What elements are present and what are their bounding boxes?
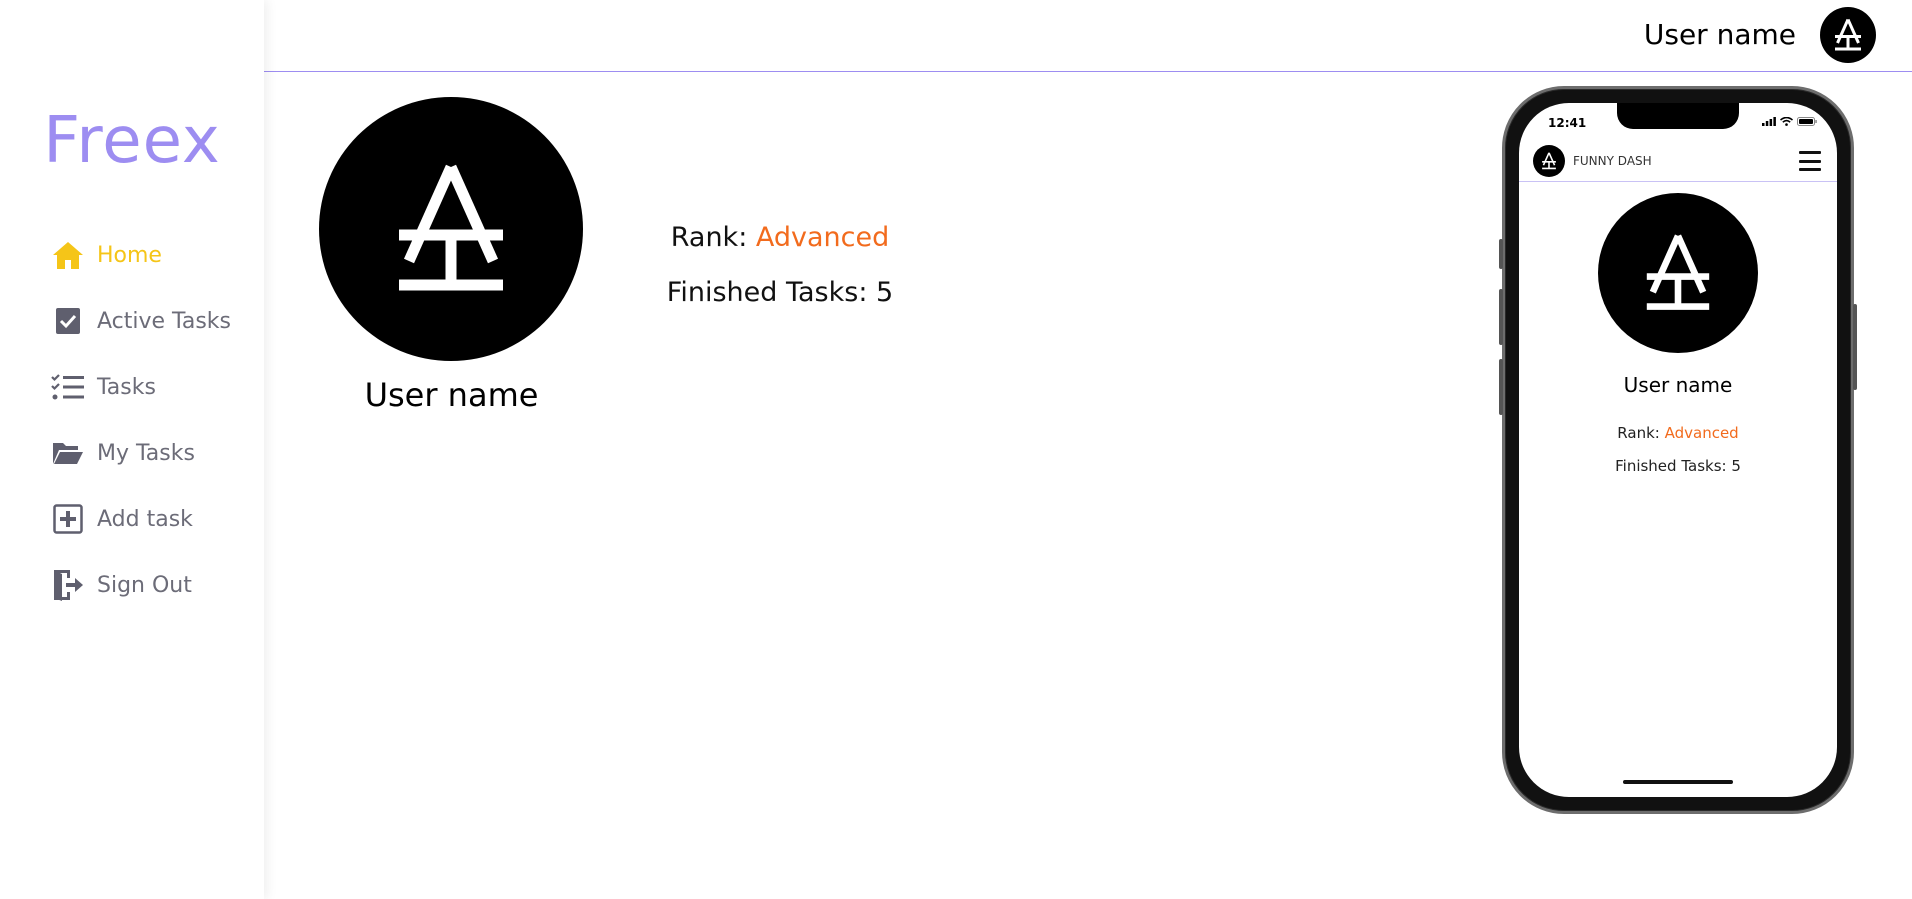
task-list-icon (50, 369, 86, 405)
sidebar-item-active-tasks[interactable]: Active Tasks (50, 288, 231, 354)
signal-icon (1762, 117, 1776, 126)
sidebar: Freex Home Active Tasks Tasks My Tasks A… (0, 0, 264, 899)
status-time: 12:41 (1548, 116, 1587, 130)
brand-logo-icon (399, 164, 503, 291)
phone-rank-row: Rank: Advanced (1519, 424, 1837, 442)
plus-square-icon (50, 501, 86, 537)
sidebar-item-label: Home (97, 242, 162, 268)
phone-finished-label: Finished Tasks: (1615, 457, 1732, 475)
brand-logo-icon (1646, 234, 1710, 310)
sidebar-item-label: Add task (97, 506, 193, 532)
rank-value: Advanced (755, 222, 890, 253)
sidebar-item-my-tasks[interactable]: My Tasks (50, 420, 231, 486)
checkbox-icon (50, 303, 86, 339)
sidebar-item-label: Tasks (97, 374, 156, 400)
finished-tasks-value: 5 (876, 277, 894, 308)
sidebar-item-add-task[interactable]: Add task (50, 486, 231, 552)
header-user-name[interactable]: User name (1644, 18, 1796, 51)
finished-tasks-row: Finished Tasks: 5 (660, 275, 900, 330)
sidebar-item-label: My Tasks (97, 440, 195, 466)
phone-rank-label: Rank: (1617, 424, 1665, 442)
sidebar-item-label: Sign Out (97, 572, 192, 598)
sidebar-item-home[interactable]: Home (50, 222, 231, 288)
profile-stats: Rank: Advanced Finished Tasks: 5 (660, 220, 900, 330)
brand-logo-text[interactable]: Freex (0, 104, 264, 178)
home-icon (50, 237, 86, 273)
phone-screen: 12:41 FUNNY DASH User name Rank: Advance… (1519, 103, 1837, 797)
battery-icon (1797, 117, 1817, 126)
finished-tasks-label: Finished Tasks: (666, 277, 877, 308)
phone-volume-up (1499, 289, 1503, 345)
phone-user-name: User name (1623, 373, 1733, 397)
phone-app-header: FUNNY DASH (1519, 143, 1837, 182)
rank-row: Rank: Advanced (660, 220, 900, 275)
hamburger-menu-icon[interactable] (1799, 151, 1821, 171)
status-icons (1762, 117, 1817, 126)
phone-app-logo[interactable] (1533, 145, 1565, 177)
sign-out-icon (50, 567, 86, 603)
phone-profile-avatar (1598, 193, 1758, 353)
phone-mockup: 12:41 FUNNY DASH User name Rank: Advance… (1499, 86, 1857, 814)
phone-volume-down (1499, 359, 1503, 415)
phone-notch (1617, 103, 1739, 129)
top-bar: User name (264, 0, 1912, 72)
sidebar-item-label: Active Tasks (97, 308, 231, 334)
home-indicator (1623, 780, 1733, 784)
sidebar-nav: Home Active Tasks Tasks My Tasks Add tas… (50, 222, 231, 618)
header-avatar[interactable] (1820, 7, 1876, 63)
phone-finished-value: 5 (1731, 457, 1741, 475)
phone-finished-row: Finished Tasks: 5 (1519, 457, 1837, 475)
phone-power-button (1853, 304, 1857, 390)
rank-label: Rank: (670, 222, 756, 253)
wifi-icon (1780, 117, 1793, 126)
phone-rank-value: Advanced (1664, 424, 1739, 442)
profile-user-name: User name (364, 376, 539, 414)
brand-logo-icon (1542, 152, 1556, 170)
folder-open-icon (50, 435, 86, 471)
sidebar-item-tasks[interactable]: Tasks (50, 354, 231, 420)
phone-mute-switch (1499, 239, 1503, 269)
profile-avatar (319, 97, 583, 361)
brand-logo-icon (1835, 18, 1861, 51)
phone-app-title: FUNNY DASH (1573, 154, 1652, 168)
sidebar-item-sign-out[interactable]: Sign Out (50, 552, 231, 618)
